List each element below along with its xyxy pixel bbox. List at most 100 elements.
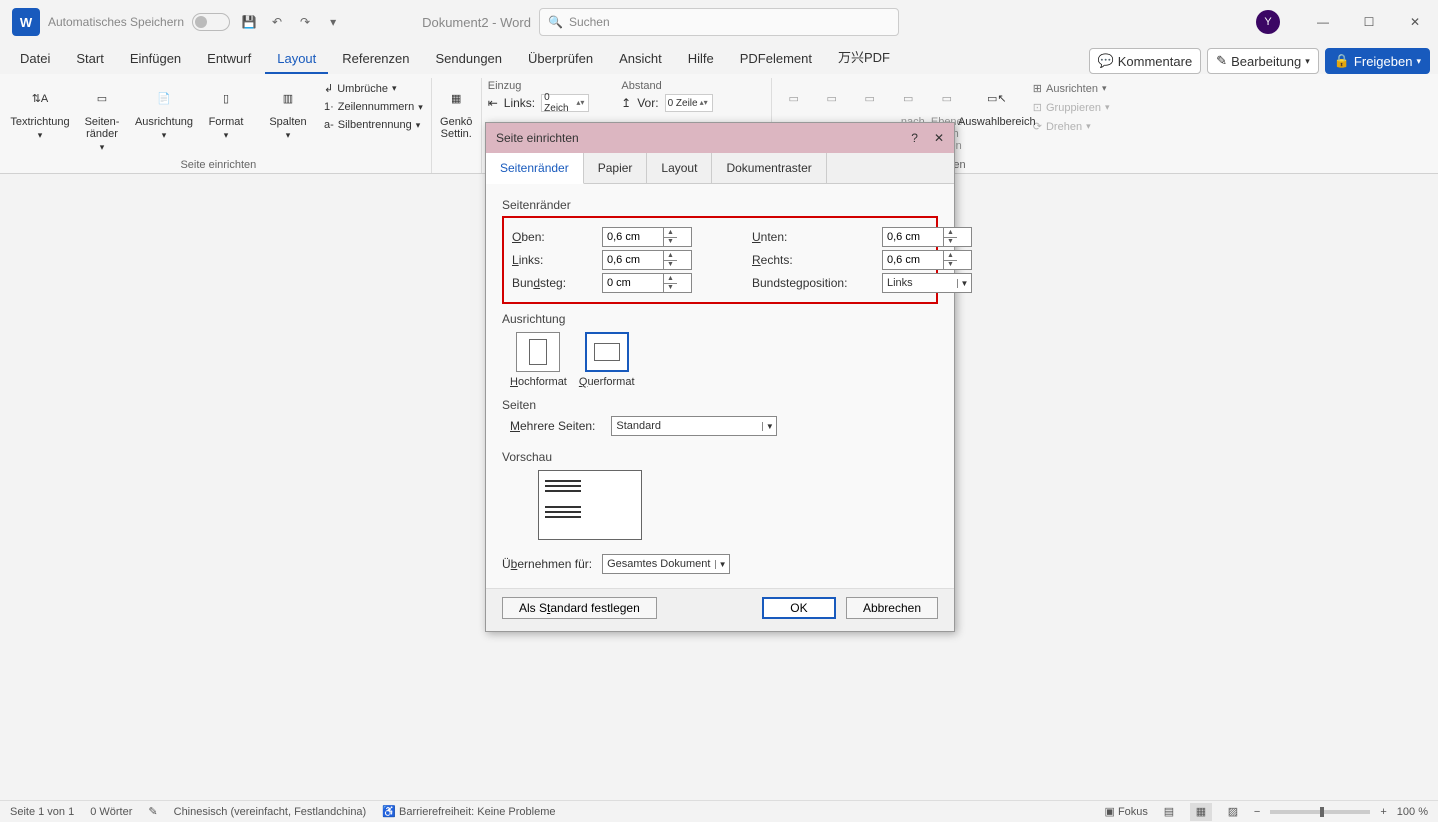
zoom-level[interactable]: 100 % xyxy=(1397,806,1428,818)
comments-label: Kommentare xyxy=(1118,54,1192,69)
tab-wanxingpdf[interactable]: 万兴PDF xyxy=(826,41,902,74)
selection-pane-button[interactable]: ▭↖Auswahlbereich xyxy=(969,78,1025,128)
up-arrow-icon[interactable]: ▲ xyxy=(944,251,957,261)
web-layout-icon[interactable]: ▨ xyxy=(1222,803,1244,821)
set-as-default-button[interactable]: Als Standard festlegen xyxy=(502,597,657,619)
tab-entwurf[interactable]: Entwurf xyxy=(195,45,263,74)
gutter-position-select[interactable]: Links▼ xyxy=(882,273,972,293)
tab-paper[interactable]: Papier xyxy=(584,153,648,183)
right-margin-input[interactable]: ▲▼ xyxy=(882,250,972,270)
tab-ansicht[interactable]: Ansicht xyxy=(607,45,674,74)
tab-document-grid[interactable]: Dokumentraster xyxy=(712,153,826,183)
tab-layout[interactable]: Layout xyxy=(647,153,712,183)
pencil-icon: ✎ xyxy=(1216,53,1227,69)
tab-einfuegen[interactable]: Einfügen xyxy=(118,45,193,74)
page-indicator[interactable]: Seite 1 von 1 xyxy=(10,806,74,818)
comments-button[interactable]: 💬 Kommentare xyxy=(1089,48,1202,74)
group-genko: ▦Genkō Settin. xyxy=(432,78,482,173)
ok-button[interactable]: OK xyxy=(762,597,836,619)
up-arrow-icon[interactable]: ▲ xyxy=(944,228,957,238)
apply-to-select[interactable]: Gesamtes Dokument▼ xyxy=(602,554,730,574)
autosave-toggle[interactable]: Automatisches Speichern xyxy=(48,13,230,31)
save-icon[interactable]: 💾 xyxy=(240,13,258,31)
size-button[interactable]: ▯Format▾ xyxy=(198,78,254,141)
columns-icon: ▥ xyxy=(272,82,304,114)
chevron-down-icon[interactable]: ▼ xyxy=(715,560,729,569)
orientation-section-label: Ausrichtung xyxy=(502,312,938,326)
focus-mode[interactable]: ▣ Fokus xyxy=(1104,805,1147,818)
breaks-button[interactable]: ↲Umbrüche▾ xyxy=(322,80,425,97)
qat-more-icon[interactable]: ▾ xyxy=(324,13,342,31)
cancel-button[interactable]: Abbrechen xyxy=(846,597,938,619)
down-arrow-icon[interactable]: ▼ xyxy=(944,261,957,270)
tab-margins[interactable]: Seitenränder xyxy=(486,153,584,184)
window-controls: Y — ☐ ✕ xyxy=(1256,6,1438,38)
tab-referenzen[interactable]: Referenzen xyxy=(330,45,421,74)
minimize-button[interactable]: — xyxy=(1300,6,1346,38)
line-numbers-icon: 1· xyxy=(324,101,334,113)
preview-panel xyxy=(538,470,642,540)
gutter-input[interactable]: ▲▼ xyxy=(602,273,692,293)
tab-layout[interactable]: Layout xyxy=(265,45,328,74)
up-arrow-icon[interactable]: ▲ xyxy=(664,274,677,284)
portrait-option[interactable]: Hochformat xyxy=(510,332,567,388)
left-margin-input[interactable]: ▲▼ xyxy=(602,250,692,270)
landscape-option[interactable]: Querformat xyxy=(579,332,635,388)
position-icon: ▭ xyxy=(778,82,810,114)
down-arrow-icon[interactable]: ▼ xyxy=(664,284,677,293)
help-icon[interactable]: ? xyxy=(911,131,918,145)
columns-button[interactable]: ▥Spalten▾ xyxy=(260,78,316,141)
genko-settings-button[interactable]: ▦Genkō Settin. xyxy=(438,78,475,140)
hyphenation-button[interactable]: a-Silbentrennung▾ xyxy=(322,117,425,133)
down-arrow-icon[interactable]: ▼ xyxy=(664,261,677,270)
align-button[interactable]: ⊞Ausrichten▾ xyxy=(1031,80,1112,97)
label: Drehen xyxy=(1046,121,1082,133)
orientation-button[interactable]: 📄Ausrichtung▾ xyxy=(136,78,192,141)
top-margin-input[interactable]: ▲▼ xyxy=(602,227,692,247)
toggle-switch-off-icon[interactable] xyxy=(192,13,230,31)
tab-start[interactable]: Start xyxy=(64,45,115,74)
tab-hilfe[interactable]: Hilfe xyxy=(676,45,726,74)
accessibility-indicator[interactable]: ♿ Barrierefreiheit: Keine Probleme xyxy=(382,805,555,818)
spacing-before-input[interactable]: 0 Zeile▴▾ xyxy=(665,94,713,112)
close-button[interactable]: ✕ xyxy=(1392,6,1438,38)
bring-forward-icon: ▭ xyxy=(854,82,886,114)
up-arrow-icon[interactable]: ▲ xyxy=(664,228,677,238)
spell-check-icon[interactable]: ✎ xyxy=(148,805,157,818)
up-arrow-icon[interactable]: ▲ xyxy=(664,251,677,261)
search-box[interactable]: 🔍 Suchen xyxy=(539,8,899,36)
word-count[interactable]: 0 Wörter xyxy=(90,806,132,818)
editing-mode-button[interactable]: ✎Bearbeitung▾ xyxy=(1207,48,1319,74)
zoom-in-button[interactable]: + xyxy=(1380,806,1386,818)
down-arrow-icon[interactable]: ▼ xyxy=(664,238,677,247)
chevron-down-icon[interactable]: ▼ xyxy=(762,422,776,431)
tab-sendungen[interactable]: Sendungen xyxy=(424,45,515,74)
bottom-margin-input[interactable]: ▲▼ xyxy=(882,227,972,247)
user-avatar[interactable]: Y xyxy=(1256,10,1280,34)
undo-icon[interactable]: ↶ xyxy=(268,13,286,31)
label: Ausrichtung xyxy=(135,116,193,128)
zoom-out-button[interactable]: − xyxy=(1254,806,1260,818)
read-mode-icon[interactable]: ▤ xyxy=(1158,803,1180,821)
margins-button[interactable]: ▭Seiten- ränder▾ xyxy=(74,78,130,153)
multi-pages-select[interactable]: Standard▼ xyxy=(611,416,777,436)
indent-left-input[interactable]: 0 Zeich▴▾ xyxy=(541,94,589,112)
tab-pdfelement[interactable]: PDFelement xyxy=(728,45,824,74)
group-label: Seite einrichten xyxy=(12,157,425,173)
zoom-slider[interactable] xyxy=(1270,810,1370,814)
language-indicator[interactable]: Chinesisch (vereinfacht, Festlandchina) xyxy=(174,806,367,818)
tab-datei[interactable]: Datei xyxy=(8,45,62,74)
label: Format xyxy=(209,116,244,128)
close-icon[interactable]: ✕ xyxy=(934,131,944,145)
maximize-button[interactable]: ☐ xyxy=(1346,6,1392,38)
redo-icon[interactable]: ↷ xyxy=(296,13,314,31)
print-layout-icon[interactable]: ▦ xyxy=(1190,803,1212,821)
comment-icon: 💬 xyxy=(1098,53,1114,69)
chevron-down-icon[interactable]: ▼ xyxy=(957,279,971,288)
quick-access-toolbar: 💾 ↶ ↷ ▾ xyxy=(240,13,342,31)
tab-ueberpruefen[interactable]: Überprüfen xyxy=(516,45,605,74)
share-button[interactable]: 🔒Freigeben▾ xyxy=(1325,48,1430,74)
down-arrow-icon[interactable]: ▼ xyxy=(944,238,957,247)
line-numbers-button[interactable]: 1·Zeilennummern▾ xyxy=(322,99,425,115)
text-direction-button[interactable]: ⇅ATextrichtung▾ xyxy=(12,78,68,141)
